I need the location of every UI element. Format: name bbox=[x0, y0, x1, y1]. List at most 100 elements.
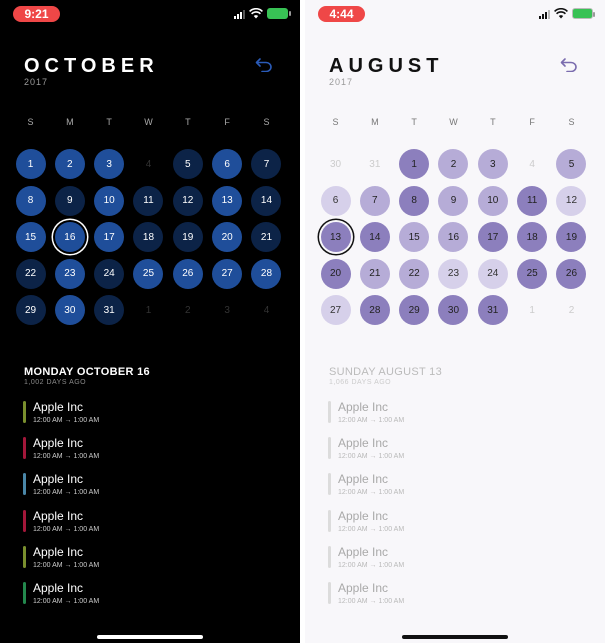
calendar-day[interactable]: 7 bbox=[359, 185, 390, 216]
calendar-day[interactable]: 12 bbox=[556, 185, 587, 216]
event-time: 12:00 AM → 1:00 AM bbox=[338, 561, 405, 569]
calendar-day[interactable]: 13 bbox=[212, 185, 243, 216]
calendar-day[interactable]: 29 bbox=[399, 295, 430, 326]
event-color-bar bbox=[328, 509, 331, 532]
calendar-day[interactable]: 2 bbox=[54, 149, 85, 180]
event-item[interactable]: Apple Inc 12:00 AM → 1:00 AM bbox=[23, 472, 273, 508]
event-item[interactable]: Apple Inc 12:00 AM → 1:00 AM bbox=[23, 436, 273, 472]
calendar-cell: 30 bbox=[434, 292, 473, 329]
calendar-day[interactable]: 28 bbox=[251, 258, 282, 289]
calendar-day-selected[interactable]: 16 bbox=[54, 222, 85, 253]
calendar-day[interactable]: 15 bbox=[15, 222, 46, 253]
calendar-day[interactable]: 7 bbox=[251, 149, 282, 180]
calendar-day[interactable]: 6 bbox=[212, 149, 243, 180]
calendar-day[interactable]: 31 bbox=[94, 295, 125, 326]
calendar-day[interactable]: 2 bbox=[438, 149, 469, 180]
calendar-day[interactable]: 24 bbox=[94, 258, 125, 289]
calendar-cell: 1 bbox=[11, 146, 50, 183]
calendar-day[interactable]: 23 bbox=[438, 258, 469, 289]
event-item[interactable]: Apple Inc 12:00 AM → 1:00 AM bbox=[23, 545, 273, 581]
calendar-day[interactable]: 23 bbox=[54, 258, 85, 289]
calendar-day[interactable]: 18 bbox=[133, 222, 164, 253]
calendar-day[interactable]: 30 bbox=[438, 295, 469, 326]
calendar-day[interactable]: 27 bbox=[212, 258, 243, 289]
calendar-day[interactable]: 1 bbox=[15, 149, 46, 180]
calendar-day[interactable]: 21 bbox=[251, 222, 282, 253]
event-item[interactable]: Apple Inc 12:00 AM → 1:00 AM bbox=[328, 581, 578, 617]
event-item[interactable]: Apple Inc 12:00 AM → 1:00 AM bbox=[23, 509, 273, 545]
calendar-day[interactable]: 3 bbox=[94, 149, 125, 180]
calendar-day[interactable]: 27 bbox=[320, 295, 351, 326]
event-title: Apple Inc bbox=[33, 472, 84, 487]
calendar-cell: 23 bbox=[50, 256, 89, 293]
calendar-day[interactable]: 5 bbox=[172, 149, 203, 180]
event-item[interactable]: Apple Inc 12:00 AM → 1:00 AM bbox=[328, 400, 578, 436]
status-bar: 9:21 bbox=[0, 5, 300, 23]
calendar-day[interactable]: 26 bbox=[172, 258, 203, 289]
calendar-day[interactable]: 10 bbox=[94, 185, 125, 216]
calendar-day[interactable]: 25 bbox=[517, 258, 548, 289]
calendar-day[interactable]: 19 bbox=[172, 222, 203, 253]
calendar-day[interactable]: 8 bbox=[15, 185, 46, 216]
undo-icon[interactable] bbox=[255, 57, 273, 72]
calendar-cell: 18 bbox=[513, 219, 552, 256]
calendar-day: 31 bbox=[369, 158, 381, 170]
calendar-day[interactable]: 28 bbox=[359, 295, 390, 326]
calendar-day: 4 bbox=[529, 158, 535, 170]
event-item[interactable]: Apple Inc 12:00 AM → 1:00 AM bbox=[328, 472, 578, 508]
calendar-day[interactable]: 9 bbox=[438, 185, 469, 216]
calendar-day: 1 bbox=[529, 304, 535, 316]
calendar-day[interactable]: 22 bbox=[399, 258, 430, 289]
undo-icon[interactable] bbox=[560, 57, 578, 72]
event-color-bar bbox=[23, 509, 26, 532]
calendar-day[interactable]: 19 bbox=[556, 222, 587, 253]
calendar-day[interactable]: 5 bbox=[556, 149, 587, 180]
calendar-day[interactable]: 31 bbox=[477, 295, 508, 326]
calendar-day[interactable]: 15 bbox=[399, 222, 430, 253]
calendar-day[interactable]: 12 bbox=[172, 185, 203, 216]
calendar-day[interactable]: 1 bbox=[399, 149, 430, 180]
signal-icon bbox=[539, 9, 550, 19]
calendar-day[interactable]: 26 bbox=[556, 258, 587, 289]
calendar-day[interactable]: 11 bbox=[133, 185, 164, 216]
event-item[interactable]: Apple Inc 12:00 AM → 1:00 AM bbox=[328, 545, 578, 581]
calendar-day[interactable]: 20 bbox=[212, 222, 243, 253]
calendar-day[interactable]: 21 bbox=[359, 258, 390, 289]
signal-icon bbox=[234, 9, 245, 19]
calendar-day[interactable]: 9 bbox=[54, 185, 85, 216]
calendar-day[interactable]: 16 bbox=[438, 222, 469, 253]
calendar-day[interactable]: 17 bbox=[94, 222, 125, 253]
calendar-day[interactable]: 11 bbox=[517, 185, 548, 216]
home-indicator[interactable] bbox=[97, 635, 203, 639]
calendar-day[interactable]: 3 bbox=[477, 149, 508, 180]
weekday-label: S bbox=[27, 117, 34, 127]
calendar-cell: 16 bbox=[434, 219, 473, 256]
calendar-day-selected[interactable]: 13 bbox=[320, 222, 351, 253]
calendar-day[interactable]: 24 bbox=[477, 258, 508, 289]
calendar-day[interactable]: 10 bbox=[477, 185, 508, 216]
calendar-cell: 9 bbox=[434, 183, 473, 220]
calendar-day[interactable]: 6 bbox=[320, 185, 351, 216]
calendar-day[interactable]: 17 bbox=[477, 222, 508, 253]
event-item[interactable]: Apple Inc 12:00 AM → 1:00 AM bbox=[23, 581, 273, 617]
calendar-cell: 28 bbox=[247, 256, 286, 293]
calendar-day[interactable]: 25 bbox=[133, 258, 164, 289]
calendar-cell: 17 bbox=[90, 219, 129, 256]
calendar-cell: 26 bbox=[552, 256, 591, 293]
calendar-day[interactable]: 30 bbox=[54, 295, 85, 326]
calendar-day[interactable]: 14 bbox=[359, 222, 390, 253]
calendar-cell: 2 bbox=[168, 292, 207, 329]
calendar-day[interactable]: 22 bbox=[15, 258, 46, 289]
calendar-day[interactable]: 18 bbox=[517, 222, 548, 253]
event-title: Apple Inc bbox=[33, 400, 84, 414]
event-item[interactable]: Apple Inc 12:00 AM → 1:00 AM bbox=[328, 509, 578, 545]
event-item[interactable]: Apple Inc 12:00 AM → 1:00 AM bbox=[23, 400, 273, 436]
calendar-day[interactable]: 8 bbox=[399, 185, 430, 216]
home-indicator[interactable] bbox=[402, 635, 508, 639]
calendar-day[interactable]: 29 bbox=[15, 295, 46, 326]
selected-date-heading: MONDAY OCTOBER 16 bbox=[24, 366, 150, 378]
event-item[interactable]: Apple Inc 12:00 AM → 1:00 AM bbox=[328, 436, 578, 472]
calendar-cell: 6 bbox=[316, 183, 355, 220]
calendar-day[interactable]: 14 bbox=[251, 185, 282, 216]
calendar-day[interactable]: 20 bbox=[320, 258, 351, 289]
